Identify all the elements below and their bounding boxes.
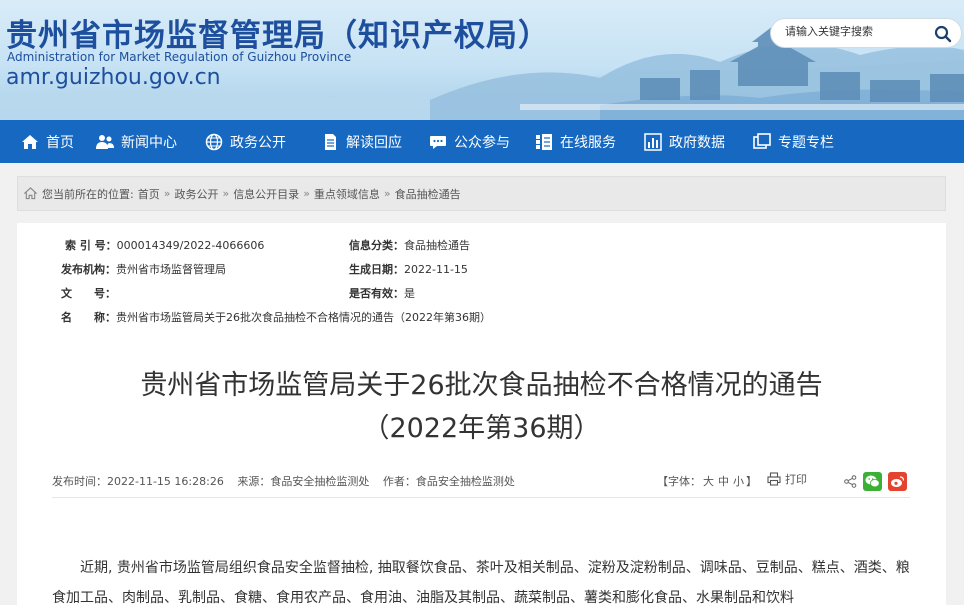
meta-name-label: 名 称： — [61, 311, 116, 324]
breadcrumb-separator: » — [222, 187, 230, 200]
printer-icon — [767, 472, 781, 486]
meta-docno-label: 文 号： — [61, 287, 116, 300]
breadcrumb-separator: » — [163, 187, 171, 200]
meta-category: 信息分类：食品抽检通告 — [349, 237, 470, 253]
font-size-small[interactable]: 小 — [733, 475, 744, 488]
nav-item-government-affairs[interactable]: 政务公开 — [205, 120, 286, 163]
site-domain: amr.guizhou.gov.cn — [6, 65, 221, 90]
meta-valid: 是否有效：是 — [349, 285, 415, 301]
home-icon — [22, 134, 38, 149]
search-input[interactable] — [785, 25, 925, 38]
share-bar — [844, 472, 907, 491]
nav-label: 专题专栏 — [778, 134, 834, 151]
meta-date-value: 2022-11-15 — [404, 263, 468, 276]
globe-icon — [205, 133, 223, 150]
font-size-medium[interactable]: 中 — [718, 475, 729, 488]
main-nav: 首页 新闻中心 政务公开 解读回应 公众参与 在线服务 政府数据 专题专栏 — [0, 120, 964, 163]
nav-label: 公众参与 — [454, 134, 510, 151]
article-title: 贵州省市场监管局关于26批次食品抽检不合格情况的通告 — [140, 370, 823, 401]
site-title-english: Administration for Market Regulation of … — [7, 50, 352, 64]
nav-item-government-data[interactable]: 政府数据 — [644, 120, 725, 163]
chat-icon — [430, 135, 446, 149]
weibo-share-button[interactable] — [888, 472, 907, 491]
search-box — [770, 18, 962, 48]
divider — [52, 497, 910, 498]
meta-date-label: 生成日期： — [349, 263, 404, 276]
wechat-share-button[interactable] — [863, 472, 882, 491]
nav-item-special-columns[interactable]: 专题专栏 — [753, 120, 834, 163]
meta-index: 索 引 号：000014349/2022-4066606 — [65, 237, 264, 253]
people-icon — [96, 134, 114, 149]
nav-item-online-service[interactable]: 在线服务 — [535, 120, 616, 163]
meta-valid-value: 是 — [404, 287, 415, 300]
font-size-prefix: 【字体： — [657, 475, 701, 488]
weibo-icon — [891, 476, 905, 487]
wechat-icon — [865, 475, 880, 488]
nav-label: 解读回应 — [346, 134, 402, 151]
breadcrumb: 您当前所在的位置: 首页 » 政务公开 » 信息公开目录 » 重点领域信息 » … — [17, 176, 946, 211]
article-panel: 索 引 号：000014349/2022-4066606 信息分类：食品抽检通告… — [17, 223, 946, 605]
publish-time: 发布时间：2022-11-15 16:28:26 — [52, 475, 224, 488]
meta-date: 生成日期：2022-11-15 — [349, 261, 468, 277]
site-title: 贵州省市场监督管理局（知识产权局） — [6, 18, 550, 54]
print-button[interactable]: 打印 — [767, 471, 807, 487]
meta-publisher-label: 发布机构： — [61, 263, 116, 276]
meta-publisher-value: 贵州省市场监督管理局 — [116, 263, 226, 276]
article-info: 发布时间：2022-11-15 16:28:26 来源：食品安全抽检监测处 作者… — [52, 473, 525, 489]
meta-publisher: 发布机构：贵州省市场监督管理局 — [61, 261, 226, 277]
article-subtitle: （2022年第36期） — [362, 413, 601, 444]
breadcrumb-food-inspection[interactable]: 食品抽检通告 — [395, 186, 461, 202]
breadcrumb-prefix: 您当前所在的位置: — [42, 187, 134, 201]
nav-label: 政府数据 — [669, 134, 725, 151]
search-icon[interactable] — [933, 24, 953, 44]
bar-chart-icon — [644, 132, 662, 151]
meta-valid-label: 是否有效： — [349, 287, 404, 300]
nav-item-home[interactable]: 首页 — [21, 120, 74, 163]
nav-label: 首页 — [46, 134, 74, 151]
meta-category-value: 食品抽检通告 — [404, 239, 470, 252]
home-icon — [24, 187, 37, 200]
list-icon — [536, 133, 552, 150]
nav-item-interpretation[interactable]: 解读回应 — [321, 120, 402, 163]
nav-item-news[interactable]: 新闻中心 — [96, 120, 177, 163]
article-author: 作者：食品安全抽检监测处 — [382, 475, 515, 488]
breadcrumb-home[interactable]: 首页 — [138, 186, 160, 202]
article-body: 近期, 贵州省市场监管局组织食品安全监督抽检, 抽取餐饮食品、茶叶及相关制品、淀… — [52, 560, 910, 605]
breadcrumb-separator: » — [383, 187, 391, 200]
nav-label: 在线服务 — [560, 134, 616, 151]
share-icon[interactable] — [844, 475, 857, 488]
nav-label: 新闻中心 — [121, 134, 177, 151]
font-size-suffix: 】 — [746, 475, 757, 488]
article-source: 来源：食品安全抽检监测处 — [237, 475, 370, 488]
font-size-large[interactable]: 大 — [703, 475, 714, 488]
nav-label: 政务公开 — [230, 134, 286, 151]
meta-name-value: 贵州省市场监管局关于26批次食品抽检不合格情况的通告（2022年第36期） — [116, 311, 491, 324]
meta-index-value: 000014349/2022-4066606 — [116, 239, 265, 252]
windows-icon — [753, 132, 771, 149]
breadcrumb-key-areas[interactable]: 重点领域信息 — [314, 186, 380, 202]
site-header: 贵州省市场监督管理局（知识产权局） Administration for Mar… — [0, 0, 964, 120]
breadcrumb-government-affairs[interactable]: 政务公开 — [174, 186, 218, 202]
nav-item-public-participation[interactable]: 公众参与 — [429, 120, 510, 163]
breadcrumb-info-catalog[interactable]: 信息公开目录 — [233, 186, 299, 202]
document-icon — [325, 133, 336, 150]
meta-category-label: 信息分类： — [349, 239, 404, 252]
meta-index-label: 索 引 号： — [65, 239, 117, 252]
meta-name: 名 称：贵州省市场监管局关于26批次食品抽检不合格情况的通告（2022年第36期… — [61, 309, 491, 325]
font-size-control: 【字体：大中小】 — [657, 473, 757, 489]
meta-docno: 文 号： — [61, 285, 116, 301]
print-label: 打印 — [785, 473, 807, 486]
breadcrumb-separator: » — [303, 187, 310, 200]
